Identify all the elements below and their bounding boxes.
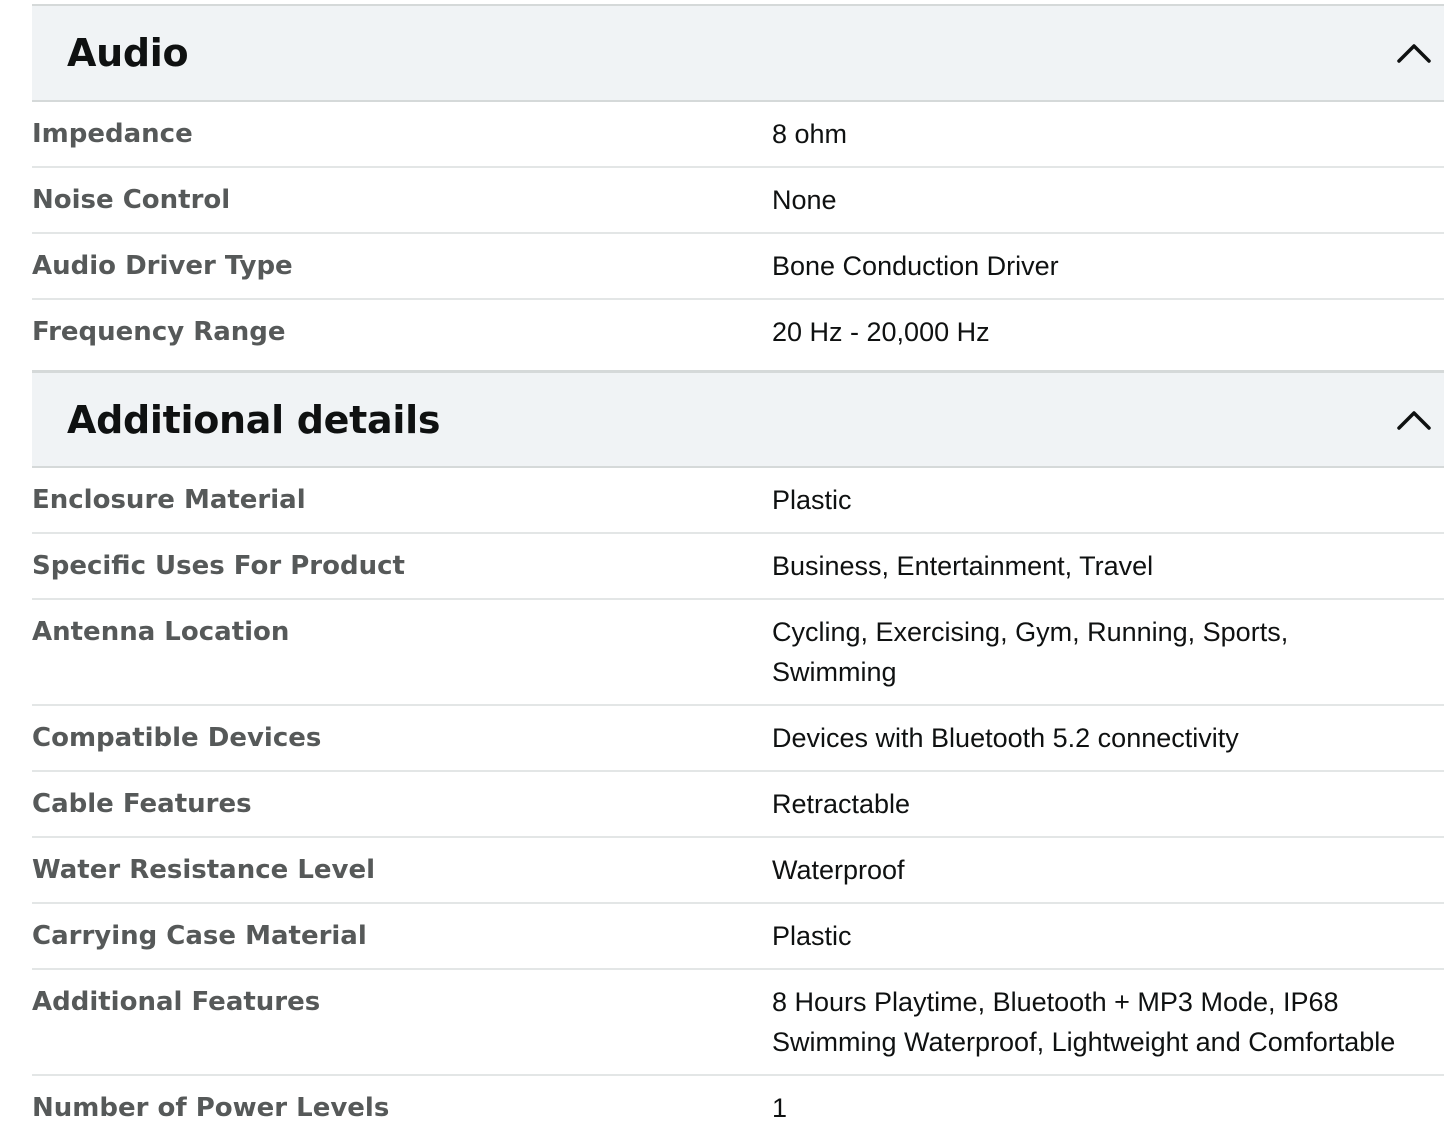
table-row: Water Resistance Level Waterproof <box>32 838 1444 904</box>
spec-label: Audio Driver Type <box>32 251 293 281</box>
spec-value: Business, Entertainment, Travel <box>772 551 1154 581</box>
spec-label: Frequency Range <box>32 317 286 347</box>
spec-value: Bone Conduction Driver <box>772 251 1059 281</box>
spec-value: 8 Hours Playtime, Bluetooth + MP3 Mode, … <box>772 987 1396 1057</box>
additional-details-section: Additional details Enclosure Material Pl… <box>32 370 1444 1138</box>
spec-label: Impedance <box>32 119 193 149</box>
section-title: Additional details <box>67 397 441 442</box>
audio-section: Audio Impedance 8 ohm Noise Control None… <box>32 4 1444 364</box>
spec-label: Additional Features <box>32 987 321 1017</box>
table-row: Audio Driver Type Bone Conduction Driver <box>32 234 1444 300</box>
table-row: Specific Uses For Product Business, Ente… <box>32 534 1444 600</box>
spec-label: Enclosure Material <box>32 485 306 515</box>
spec-label: Specific Uses For Product <box>32 551 405 581</box>
table-row: Antenna Location Cycling, Exercising, Gy… <box>32 600 1444 706</box>
spec-value: Cycling, Exercising, Gym, Running, Sport… <box>772 617 1289 687</box>
chevron-up-icon[interactable] <box>1396 42 1432 64</box>
table-row: Impedance 8 ohm <box>32 102 1444 168</box>
audio-section-header[interactable]: Audio <box>32 4 1444 102</box>
table-row: Frequency Range 20 Hz - 20,000 Hz <box>32 300 1444 364</box>
audio-spec-table: Impedance 8 ohm Noise Control None Audio… <box>32 102 1444 364</box>
spec-label: Water Resistance Level <box>32 855 376 885</box>
spec-value: 20 Hz - 20,000 Hz <box>772 317 990 347</box>
spec-label: Carrying Case Material <box>32 921 367 951</box>
spec-label: Compatible Devices <box>32 723 322 753</box>
table-row: Additional Features 8 Hours Playtime, Bl… <box>32 970 1444 1076</box>
spec-value: Waterproof <box>772 855 905 885</box>
spec-value: Devices with Bluetooth 5.2 connectivity <box>772 723 1239 753</box>
spec-value: 8 ohm <box>772 119 848 149</box>
spec-value: Plastic <box>772 485 852 515</box>
spec-value: Plastic <box>772 921 852 951</box>
spec-value: 1 <box>772 1093 788 1123</box>
product-details-page: Audio Impedance 8 ohm Noise Control None… <box>0 0 1444 1142</box>
spec-value: Retractable <box>772 789 911 819</box>
table-row: Carrying Case Material Plastic <box>32 904 1444 970</box>
spec-label: Noise Control <box>32 185 231 215</box>
spec-label: Cable Features <box>32 789 252 819</box>
table-row: Cable Features Retractable <box>32 772 1444 838</box>
chevron-up-icon[interactable] <box>1396 409 1432 431</box>
additional-spec-table: Enclosure Material Plastic Specific Uses… <box>32 468 1444 1138</box>
table-row: Compatible Devices Devices with Bluetoot… <box>32 706 1444 772</box>
spec-label: Antenna Location <box>32 617 290 647</box>
spec-label: Number of Power Levels <box>32 1093 390 1123</box>
spec-value: None <box>772 185 837 215</box>
table-row: Enclosure Material Plastic <box>32 468 1444 534</box>
additional-details-section-header[interactable]: Additional details <box>32 370 1444 468</box>
table-row: Number of Power Levels 1 <box>32 1076 1444 1138</box>
section-title: Audio <box>67 31 189 75</box>
table-row: Noise Control None <box>32 168 1444 234</box>
